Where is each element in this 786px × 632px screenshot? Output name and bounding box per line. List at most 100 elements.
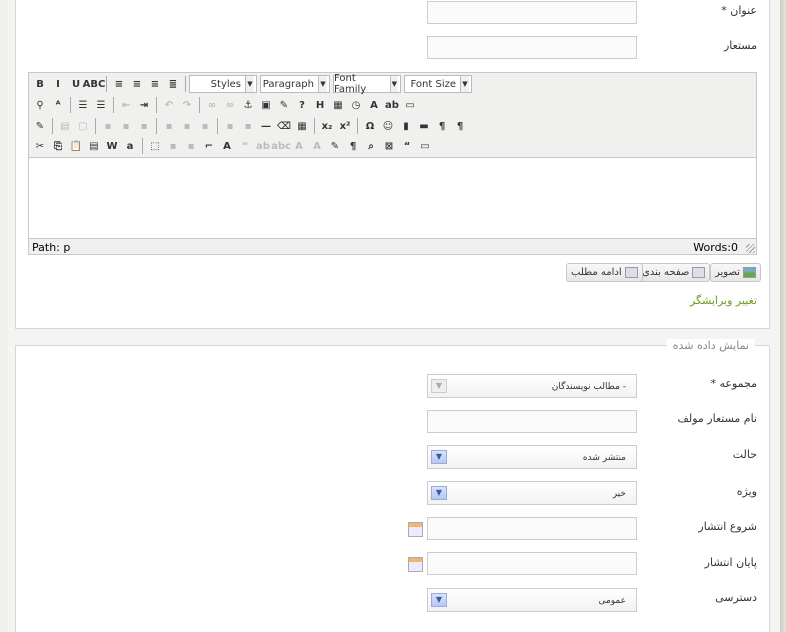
author-alias-input[interactable] (427, 410, 637, 433)
dropdown-paragraph[interactable]: Paragraph ▼ (260, 75, 330, 93)
insert-layer-icon[interactable]: ⬚ (146, 137, 164, 155)
toolbar-row-4: ✂ ⎘ 📋 ▤ Wa ⬚ ▪ ▪ ⌐ A “ab abc A A ✎ ¶ ⌕ ⊠ “▭ (31, 136, 434, 156)
special-char-icon[interactable]: Ω (361, 117, 379, 135)
bullet-list-icon[interactable]: ☰ (74, 96, 92, 114)
superscript-icon[interactable]: x² (336, 117, 354, 135)
abbr-icon[interactable]: ab (254, 137, 272, 155)
editor-content-area[interactable] (29, 157, 756, 239)
chevron-down-icon: ▼ (245, 76, 254, 92)
numbered-list-icon[interactable]: ☰ (92, 96, 110, 114)
paste-text-icon[interactable]: ▤ (85, 137, 103, 155)
toggle-editor-link[interactable]: تغییر ویرایشگر (690, 294, 757, 307)
category-value: - مطالب نویسندگان (551, 382, 626, 392)
anchor-icon[interactable]: ⚓ (239, 96, 257, 114)
cleanup-icon[interactable]: ✎ (275, 96, 293, 114)
select-all-icon[interactable]: a (121, 137, 139, 155)
template-icon[interactable]: ▭ (416, 137, 434, 155)
horizontal-rule-icon[interactable]: — (257, 117, 275, 135)
emoticon-icon[interactable]: ☺ (379, 117, 397, 135)
split-cells-icon[interactable]: ▪ (221, 117, 239, 135)
align-right-icon[interactable]: ≡ (146, 75, 164, 93)
delete-row-icon[interactable]: ▪ (135, 117, 153, 135)
image-icon[interactable]: ▣ (257, 96, 275, 114)
insert-time-icon[interactable]: ◷ (347, 96, 365, 114)
edit-css-icon[interactable]: ✎ (31, 117, 49, 135)
align-justify-icon[interactable]: ≣ (164, 75, 182, 93)
redo-icon[interactable]: ↷ (178, 96, 196, 114)
visual-aid-icon[interactable]: ▦ (293, 117, 311, 135)
indent-icon[interactable]: ⇥ (135, 96, 153, 114)
help-icon[interactable]: ? (293, 96, 311, 114)
absolute-icon[interactable]: ⌐ (200, 137, 218, 155)
dropdown-label: Styles (210, 78, 241, 90)
state-select[interactable]: منتشر شده ▼ (427, 445, 637, 469)
fullscreen-icon[interactable]: ▭ (401, 96, 419, 114)
blockquote-icon[interactable]: “ (398, 137, 416, 155)
featured-select[interactable]: خیر ▼ (427, 481, 637, 505)
dropdown-styles[interactable]: Styles ▼ (189, 75, 257, 93)
calendar-icon[interactable] (408, 557, 423, 572)
undo-icon[interactable]: ↶ (160, 96, 178, 114)
italic-icon[interactable]: I (49, 75, 67, 93)
insert-row-after-icon[interactable]: ▪ (117, 117, 135, 135)
pagebreak-button[interactable]: صفحه بندی (637, 263, 711, 282)
paste-icon[interactable]: 📋 (67, 137, 85, 155)
publish-down-input[interactable] (427, 552, 637, 575)
readmore-button[interactable]: ادامه مطلب (566, 263, 643, 282)
cite-icon[interactable]: “ (236, 137, 254, 155)
remove-format-icon[interactable]: ⌫ (275, 117, 293, 135)
resize-handle[interactable] (746, 244, 755, 253)
strikethrough-icon[interactable]: ABC (83, 75, 106, 93)
highlight-color-icon[interactable]: ab (383, 96, 401, 114)
dropdown-font-family[interactable]: Font Family ▼ (333, 73, 401, 95)
author-alias-label: نام مستعار مولف (677, 412, 757, 425)
unlink-icon[interactable]: ∞ (221, 96, 239, 114)
image-button[interactable]: تصویر (710, 263, 761, 282)
subscript-icon[interactable]: x₂ (318, 117, 336, 135)
publish-up-input[interactable] (427, 517, 637, 540)
cut-icon[interactable]: ✂ (31, 137, 49, 155)
attributes-icon[interactable]: ✎ (326, 137, 344, 155)
align-center-icon[interactable]: ≡ (128, 75, 146, 93)
category-select[interactable]: - مطالب نویسندگان ▼ (427, 374, 637, 398)
insert-text-icon[interactable]: A (290, 137, 308, 155)
row-props-icon[interactable]: ▤ (56, 117, 74, 135)
bold-icon[interactable]: B (31, 75, 49, 93)
align-left-icon[interactable]: ≡ (110, 75, 128, 93)
insert-col-before-icon[interactable]: ▪ (160, 117, 178, 135)
insert-date-icon[interactable]: ▦ (329, 96, 347, 114)
delete-col-icon[interactable]: ▪ (196, 117, 214, 135)
insert-col-after-icon[interactable]: ▪ (178, 117, 196, 135)
html-icon[interactable]: H (311, 96, 329, 114)
pagebreak-icon (692, 267, 706, 278)
acronym-icon[interactable]: abc (271, 137, 291, 155)
replace-icon[interactable]: ᴬ (49, 96, 67, 114)
non-breaking-icon[interactable]: ⊠ (380, 137, 398, 155)
text-color-icon[interactable]: A (365, 96, 383, 114)
outdent-icon[interactable]: ⇤ (117, 96, 135, 114)
media-icon[interactable]: ▮ (397, 117, 415, 135)
paste-word-icon[interactable]: W (103, 137, 121, 155)
dropdown-font-size[interactable]: Font Size ▼ (404, 75, 472, 93)
page-edge-right (770, 0, 786, 632)
chevron-down-icon: ▼ (460, 76, 469, 92)
show-blocks-icon[interactable]: ¶ (344, 137, 362, 155)
ltr-icon[interactable]: ¶ (433, 117, 451, 135)
copy-icon[interactable]: ⎘ (49, 137, 67, 155)
advanced-hr-icon[interactable]: ▬ (415, 117, 433, 135)
rtl-icon[interactable]: ¶ (451, 117, 469, 135)
delete-text-icon[interactable]: A (308, 137, 326, 155)
move-backward-icon[interactable]: ▪ (182, 137, 200, 155)
calendar-icon[interactable] (408, 522, 423, 537)
cell-props-icon[interactable]: ▢ (74, 117, 92, 135)
merge-cells-icon[interactable]: ▪ (239, 117, 257, 135)
access-select[interactable]: عمومی ▼ (427, 588, 637, 612)
insert-row-before-icon[interactable]: ▪ (99, 117, 117, 135)
move-forward-icon[interactable]: ▪ (164, 137, 182, 155)
alias-input[interactable] (427, 36, 637, 59)
find-icon[interactable]: ⚲ (31, 96, 49, 114)
title-input[interactable] (427, 1, 637, 24)
link-icon[interactable]: ∞ (203, 96, 221, 114)
styles-icon[interactable]: A (218, 137, 236, 155)
preview-icon[interactable]: ⌕ (362, 137, 380, 155)
